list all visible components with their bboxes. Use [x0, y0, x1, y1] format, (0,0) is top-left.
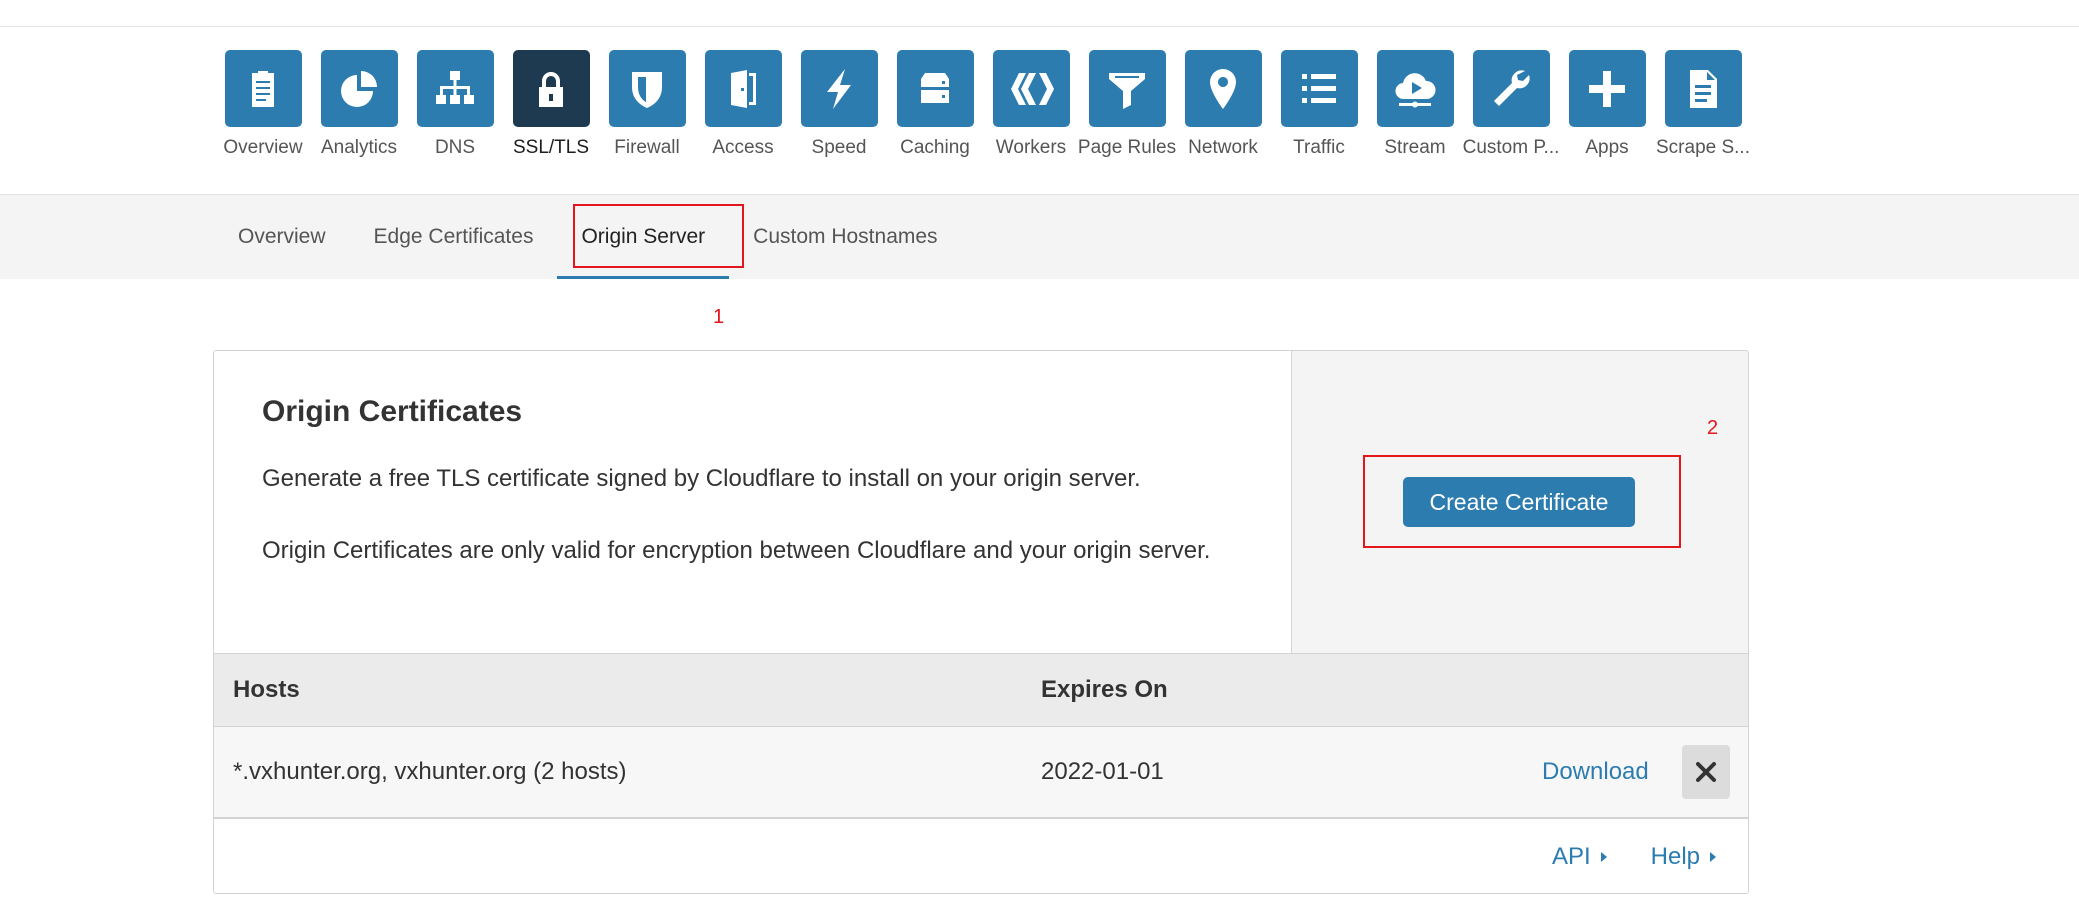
- app-label: Access: [712, 137, 774, 158]
- app-tile[interactable]: [608, 50, 686, 127]
- list-icon: [1302, 73, 1336, 103]
- app-custom-pages[interactable]: Custom P...: [1463, 50, 1559, 159]
- app-label: Apps: [1585, 137, 1629, 158]
- funnel-icon: [1109, 72, 1145, 109]
- app-tile[interactable]: [1088, 50, 1166, 127]
- app-tile[interactable]: [1568, 50, 1646, 127]
- plus-icon: [1589, 70, 1625, 107]
- caret-right-icon: [1710, 852, 1716, 862]
- lock-icon: [539, 71, 563, 107]
- app-tile[interactable]: [1664, 50, 1742, 127]
- app-speed[interactable]: Speed: [791, 50, 887, 159]
- app-scrape-shield[interactable]: Scrape S...: [1655, 50, 1751, 159]
- app-tile[interactable]: [1376, 50, 1454, 127]
- app-analytics[interactable]: Analytics: [311, 50, 407, 159]
- top-divider: [0, 26, 2079, 27]
- create-certificate-button[interactable]: Create Certificate: [1403, 477, 1635, 527]
- app-firewall[interactable]: Firewall: [599, 50, 695, 159]
- tab-overview[interactable]: Overview: [214, 195, 350, 279]
- card-title: Origin Certificates: [262, 395, 523, 428]
- app-access[interactable]: Access: [695, 50, 791, 159]
- description-paragraph-1: Generate a free TLS certificate signed b…: [262, 465, 1141, 492]
- help-link-label: Help: [1650, 843, 1700, 870]
- card-description-panel: Origin Certificates Generate a free TLS …: [214, 351, 1292, 653]
- network-tree-icon: [436, 70, 474, 104]
- sub-tabs: Overview Edge Certificates Origin Server…: [214, 195, 962, 279]
- card-description: Generate a free TLS certificate signed b…: [262, 461, 1242, 605]
- delete-certificate-button[interactable]: [1682, 745, 1730, 799]
- app-label: Custom P...: [1462, 137, 1560, 158]
- tab-custom-hostnames[interactable]: Custom Hostnames: [729, 195, 961, 279]
- app-stream[interactable]: Stream: [1367, 50, 1463, 159]
- app-tile[interactable]: [1280, 50, 1358, 127]
- app-caching[interactable]: Caching: [887, 50, 983, 159]
- server-drive-icon: [921, 72, 949, 103]
- app-label: DNS: [434, 137, 476, 158]
- app-label: Page Rules: [1077, 137, 1177, 158]
- certificates-table-header: Hosts Expires On: [214, 653, 1748, 727]
- app-navigation: Overview Analytics DNS SSL/TLS Firewall …: [215, 50, 1751, 159]
- app-tile[interactable]: [1472, 50, 1550, 127]
- pie-chart-icon: [341, 70, 377, 107]
- app-traffic[interactable]: Traffic: [1271, 50, 1367, 159]
- app-tile[interactable]: [512, 50, 590, 127]
- shield-icon: [632, 71, 662, 108]
- app-ssl-tls[interactable]: SSL/TLS: [503, 50, 599, 159]
- app-page-rules[interactable]: Page Rules: [1077, 50, 1177, 159]
- card-footer-links: API Help: [1508, 819, 1716, 893]
- caret-right-icon: [1600, 852, 1607, 862]
- app-label: Scrape S...: [1656, 137, 1750, 158]
- download-link[interactable]: Download: [1542, 727, 1649, 817]
- workers-icon: [1011, 72, 1054, 105]
- app-label: Analytics: [320, 137, 398, 158]
- api-link[interactable]: API: [1552, 843, 1607, 871]
- app-label: Overview: [223, 137, 303, 158]
- lightning-icon: [827, 68, 851, 109]
- app-tile[interactable]: [800, 50, 878, 127]
- app-dns[interactable]: DNS: [407, 50, 503, 159]
- app-tile[interactable]: [1184, 50, 1262, 127]
- app-label: Stream: [1384, 137, 1446, 158]
- column-header-expires-on: Expires On: [1041, 676, 1168, 703]
- help-link[interactable]: Help: [1651, 843, 1716, 871]
- app-label: SSL/TLS: [512, 137, 590, 158]
- app-overview[interactable]: Overview: [215, 50, 311, 159]
- app-tile[interactable]: [896, 50, 974, 127]
- sub-navigation-bar: Overview Edge Certificates Origin Server…: [0, 194, 2079, 279]
- column-header-hosts: Hosts: [233, 676, 300, 703]
- close-icon: [1696, 762, 1716, 782]
- annotation-number-1: 1: [713, 306, 725, 328]
- wrench-icon: [1494, 69, 1530, 106]
- app-apps[interactable]: Apps: [1559, 50, 1655, 159]
- app-label: Caching: [900, 137, 970, 158]
- app-workers[interactable]: Workers: [983, 50, 1079, 159]
- origin-certificates-card: Origin Certificates Generate a free TLS …: [213, 350, 1749, 894]
- cell-expires-on: 2022-01-01: [1041, 758, 1164, 785]
- api-link-label: API: [1551, 843, 1591, 870]
- table-row: *.vxhunter.org, vxhunter.org (2 hosts) 2…: [214, 727, 1748, 819]
- app-tile[interactable]: [320, 50, 398, 127]
- location-pin-icon: [1210, 68, 1236, 109]
- app-label: Workers: [995, 137, 1067, 158]
- tab-edge-certificates[interactable]: Edge Certificates: [350, 195, 558, 279]
- app-label: Traffic: [1293, 137, 1345, 158]
- document-icon: [1690, 69, 1717, 108]
- annotation-number-2: 2: [1707, 417, 1719, 439]
- app-tile[interactable]: [224, 50, 302, 127]
- tab-origin-server[interactable]: Origin Server: [557, 195, 729, 279]
- clipboard-icon: [252, 70, 274, 107]
- app-label: Speed: [811, 137, 867, 158]
- description-paragraph-2: Origin Certificates are only valid for e…: [262, 537, 1211, 564]
- app-label: Firewall: [614, 137, 680, 158]
- cloud-play-icon: [1395, 72, 1436, 107]
- app-tile[interactable]: [992, 50, 1070, 127]
- app-label: Network: [1188, 137, 1258, 158]
- cell-hosts: *.vxhunter.org, vxhunter.org (2 hosts): [233, 758, 627, 785]
- door-icon: [731, 69, 756, 108]
- app-tile[interactable]: [704, 50, 782, 127]
- app-network[interactable]: Network: [1175, 50, 1271, 159]
- app-tile[interactable]: [416, 50, 494, 127]
